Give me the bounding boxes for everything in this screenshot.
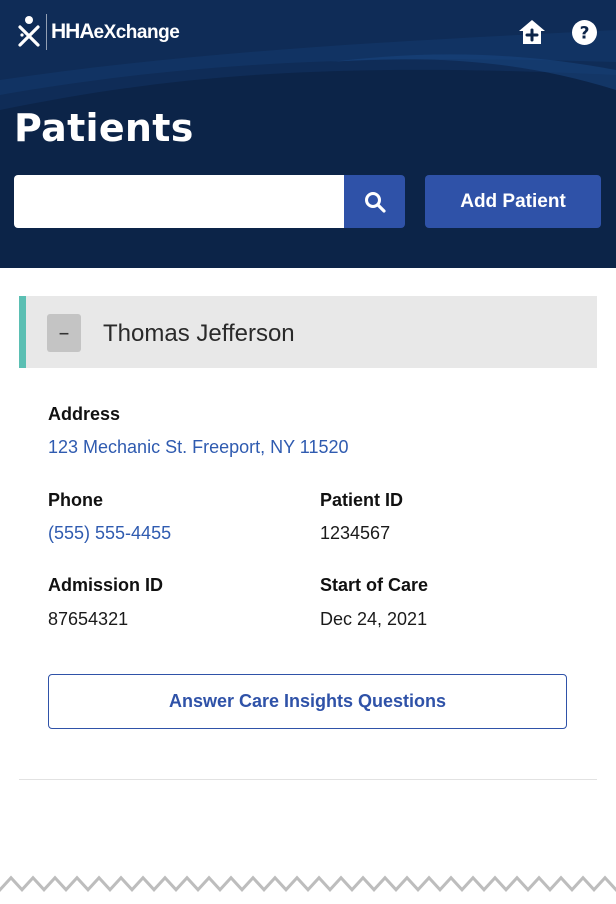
address-link[interactable]: 123 Mechanic St. Freeport, NY 11520	[48, 437, 349, 458]
home-plus-button[interactable]	[518, 18, 546, 46]
answer-care-insights-button[interactable]: Answer Care Insights Questions	[48, 674, 567, 729]
patient-name: Thomas Jefferson	[103, 320, 295, 347]
add-patient-button[interactable]: Add Patient	[425, 175, 601, 228]
logo-divider	[46, 14, 47, 50]
svg-text:?: ?	[579, 23, 589, 43]
patient-id-value: 1234567	[320, 523, 391, 543]
start-of-care-value: Dec 24, 2021	[320, 609, 428, 629]
patient-card-header[interactable]: – Thomas Jefferson	[19, 296, 597, 368]
admission-id-label: Admission ID	[48, 575, 164, 595]
search-button[interactable]	[344, 175, 405, 228]
app-header: HHAeXchange ? Patients Add Patient	[0, 0, 616, 268]
admission-id-value: 87654321	[48, 609, 129, 629]
help-button[interactable]: ?	[570, 18, 598, 46]
help-icon: ?	[571, 19, 597, 45]
patient-card: – Thomas Jefferson Address 123 Mechanic …	[19, 296, 597, 780]
top-bar: HHAeXchange ?	[0, 0, 616, 64]
address-label: Address	[48, 404, 121, 424]
logo-text-main: HHA	[51, 20, 94, 43]
logo-wordmark: HHAeXchange	[51, 20, 180, 44]
collapse-button[interactable]: –	[47, 314, 81, 352]
hhaexchange-logo[interactable]: HHAeXchange	[18, 14, 180, 50]
phone-label: Phone	[48, 490, 104, 510]
search-icon	[364, 191, 386, 213]
patient-id-label: Patient ID	[320, 490, 404, 510]
logo-text-exchange: eXchange	[93, 22, 180, 43]
phone-link[interactable]: (555) 555-4455	[48, 523, 171, 544]
logo-person-icon	[18, 16, 40, 47]
start-of-care-label: Start of Care	[320, 575, 429, 595]
torn-edge-decoration	[0, 870, 616, 904]
home-plus-icon	[519, 20, 545, 44]
search-input[interactable]	[14, 175, 345, 228]
page-title: Patients	[14, 106, 194, 150]
top-bar-actions: ?	[518, 18, 598, 46]
